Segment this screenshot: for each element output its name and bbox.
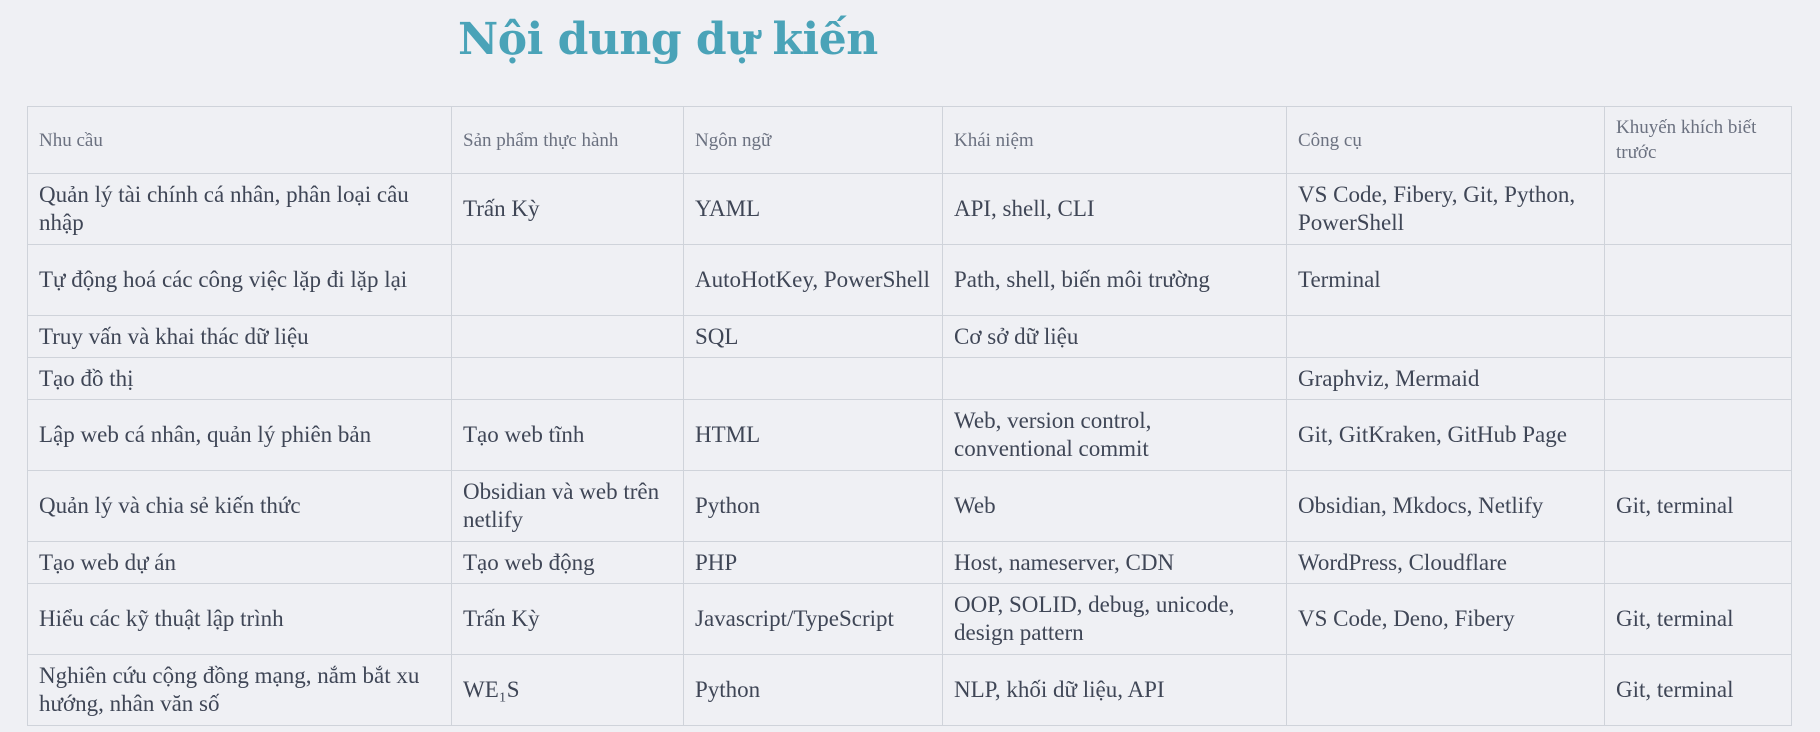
table-cell: SQL [683,315,943,358]
table-cell: Python [683,654,943,726]
table-row: Quản lý và chia sẻ kiến thức Obsidian và… [27,470,1792,542]
table-cell [1286,315,1605,358]
table-cell [1604,399,1792,471]
table-cell [451,315,684,358]
table-cell [942,357,1287,400]
table-cell: Tạo web động [451,541,684,584]
table-cell: Quản lý và chia sẻ kiến thức [27,470,452,542]
table-cell: Git, terminal [1604,654,1792,726]
table-cell: Lập web cá nhân, quản lý phiên bản [27,399,452,471]
table-cell: Terminal [1286,244,1605,316]
table-cell: Truy vấn và khai thác dữ liệu [27,315,452,358]
table-cell: Hiểu các kỹ thuật lập trình [27,583,452,655]
table-cell: Tự động hoá các công việc lặp đi lặp lại [27,244,452,316]
table-cell: Tạo web tĩnh [451,399,684,471]
table-cell: Git, GitKraken, GitHub Page [1286,399,1605,471]
table-cell: Path, shell, biến môi trường [942,244,1287,316]
table-cell: Tạo đồ thị [27,357,452,400]
table-cell [1604,541,1792,584]
table-cell: API, shell, CLI [942,173,1287,245]
column-header: Sản phẩm thực hành [451,106,684,174]
table-cell: Trấn Kỳ [451,583,684,655]
table-row: Tạo đồ thị Graphviz, Mermaid [27,357,1792,400]
table-cell [451,357,684,400]
page-title: Nội dung dự kiến [458,14,878,65]
table-row: Truy vấn và khai thác dữ liệu SQL Cơ sở … [27,315,1792,358]
content-table: Nhu cầu Sản phẩm thực hành Ngôn ngữ Khái… [27,106,1792,726]
table-cell: Graphviz, Mermaid [1286,357,1605,400]
table-cell: Web [942,470,1287,542]
table-cell [683,357,943,400]
table-row: Tự động hoá các công việc lặp đi lặp lại… [27,244,1792,316]
table-cell: Python [683,470,943,542]
table-cell: AutoHotKey, PowerShell [683,244,943,316]
column-header: Nhu cầu [27,106,452,174]
table-cell: Host, nameserver, CDN [942,541,1287,584]
table-cell: Cơ sở dữ liệu [942,315,1287,358]
table-cell: Obsidian và web trên netlify [451,470,684,542]
table-row: Quản lý tài chính cá nhân, phân loại câu… [27,173,1792,245]
table-cell [451,244,684,316]
table-cell: Tạo web dự án [27,541,452,584]
column-header: Công cụ [1286,106,1605,174]
table-row: Nghiên cứu cộng đồng mạng, nắm bắt xu hư… [27,654,1792,726]
column-header: Khuyến khích biết trước [1604,106,1792,174]
table-cell: Trấn Kỳ [451,173,684,245]
table-cell: Quản lý tài chính cá nhân, phân loại câu… [27,173,452,245]
table-cell [1286,654,1605,726]
table-cell: Nghiên cứu cộng đồng mạng, nắm bắt xu hư… [27,654,452,726]
table-cell: PHP [683,541,943,584]
table-row: Lập web cá nhân, quản lý phiên bản Tạo w… [27,399,1792,471]
table-cell: NLP, khối dữ liệu, API [942,654,1287,726]
table-cell: WE₁S [451,654,684,726]
table-cell: VS Code, Deno, Fibery [1286,583,1605,655]
column-header: Khái niệm [942,106,1287,174]
table-cell: Javascript/TypeScript [683,583,943,655]
table-cell: WordPress, Cloudflare [1286,541,1605,584]
table-cell: Web, version control, conventional commi… [942,399,1287,471]
table-cell: Obsidian, Mkdocs, Netlify [1286,470,1605,542]
table-cell [1604,173,1792,245]
table-cell: YAML [683,173,943,245]
table-header-row: Nhu cầu Sản phẩm thực hành Ngôn ngữ Khái… [27,106,1792,174]
table-cell: Git, terminal [1604,583,1792,655]
table-cell: OOP, SOLID, debug, unicode, design patte… [942,583,1287,655]
table-cell: VS Code, Fibery, Git, Python, PowerShell [1286,173,1605,245]
column-header: Ngôn ngữ [683,106,943,174]
table-cell: Git, terminal [1604,470,1792,542]
table-cell [1604,244,1792,316]
table-row: Hiểu các kỹ thuật lập trình Trấn Kỳ Java… [27,583,1792,655]
table-cell: HTML [683,399,943,471]
table-cell [1604,315,1792,358]
table-row: Tạo web dự án Tạo web động PHP Host, nam… [27,541,1792,584]
table-cell [1604,357,1792,400]
